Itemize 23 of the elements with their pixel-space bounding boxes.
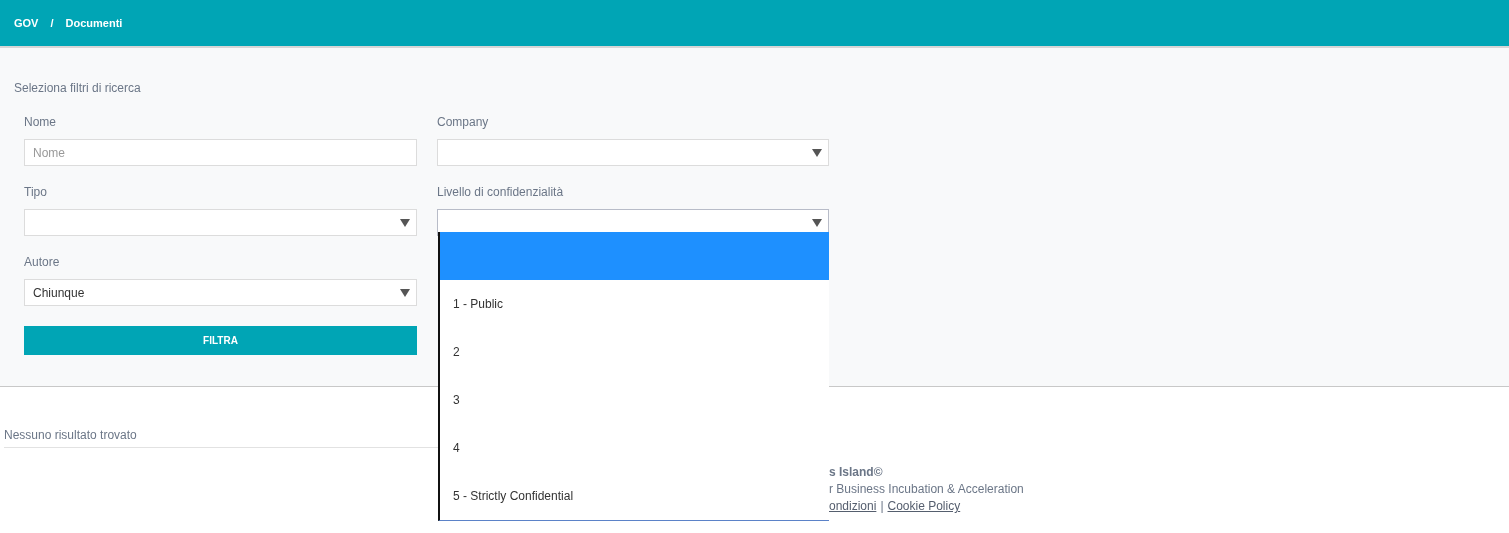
dropdown-field[interactable]	[24, 209, 417, 236]
section-title: Seleziona filtri di ricerca	[14, 81, 141, 95]
caret-icon	[812, 148, 822, 157]
text-field[interactable]: Nome	[24, 139, 417, 166]
footer-link[interactable]: Cookie Policy	[887, 499, 961, 513]
caret-icon	[400, 288, 410, 297]
dropdown-option[interactable]: 1 - Public	[440, 280, 829, 328]
dropdown-option[interactable]: 5 - Strictly Confidential	[440, 472, 829, 520]
field-label: Company	[437, 115, 490, 128]
footer-tagline: r Business Incubation & Acceleration	[829, 482, 1024, 496]
footer-title: s Island©	[829, 465, 884, 479]
dropdown-option[interactable]: 2	[440, 328, 829, 376]
field-label: Tipo	[24, 185, 48, 198]
dropdown-option[interactable]: 3	[440, 376, 829, 424]
dropdown-field[interactable]	[437, 139, 829, 166]
caret-icon	[812, 218, 822, 227]
footer-link[interactable]: ondizioni	[829, 499, 877, 513]
field-label: Nome	[24, 115, 57, 128]
dropdown-field[interactable]: Chiunque	[24, 279, 417, 306]
separator: |	[880, 499, 884, 513]
field-label: Livello di confidenzialità	[437, 185, 565, 198]
field-label: Autore	[24, 255, 61, 268]
caret-icon	[400, 218, 410, 227]
